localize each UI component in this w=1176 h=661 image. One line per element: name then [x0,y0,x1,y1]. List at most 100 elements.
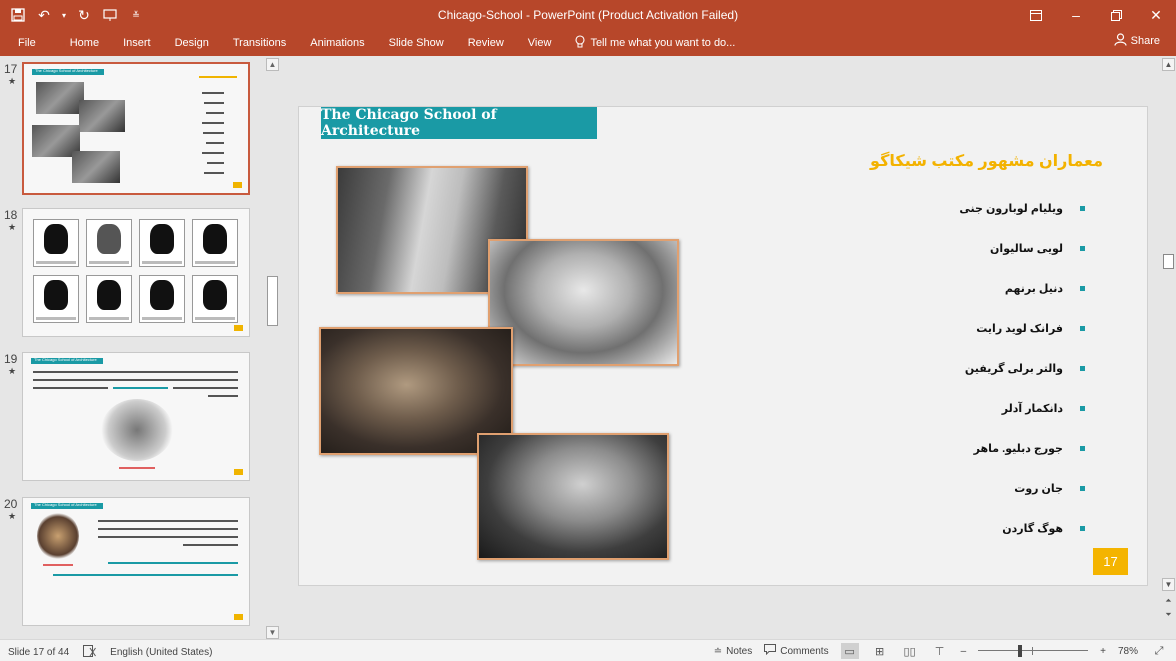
reading-view-icon[interactable]: ▯▯ [901,643,919,659]
close-icon[interactable]: ✕ [1136,0,1176,30]
thumbnail-photo [101,399,173,461]
thumbnail-portrait [139,219,185,267]
next-slide-icon[interactable]: ⏷ [1162,608,1175,621]
slide-heading[interactable]: معماران مشهور مکتب شیکاگو [870,151,1103,171]
thumbnail-text-line [206,142,224,144]
list-item: دانکمار آدلر [745,402,1085,442]
tab-animations[interactable]: Animations [298,37,376,49]
undo-dropdown-icon[interactable]: ▾ [60,5,68,25]
title-bar: ↶ ▾ ↻ ≚ Chicago-School - PowerPoint (Pro… [0,0,1176,30]
thumbnail-number: 17 [4,62,18,76]
thumbnail-number: 19 [4,352,18,366]
tab-view[interactable]: View [516,37,564,49]
tell-me-box[interactable]: Tell me what you want to do... [563,35,735,51]
tab-slide-show[interactable]: Slide Show [377,37,456,49]
thumbnail-text-line [98,528,238,530]
normal-view-icon[interactable]: ▭ [840,643,859,659]
thumbnail-portrait [192,219,238,267]
scroll-up-arrow-icon[interactable]: ▲ [1162,58,1175,71]
thumbnail-scroll-thumb[interactable] [267,276,278,326]
thumbnail-portrait [139,275,185,323]
notes-button[interactable]: ≐ Notes [714,646,753,657]
thumbnail-title-text: The Chicago School of Architecture [34,357,97,362]
architect-name-list[interactable]: ویلیام لوبارون جنی لویی سالیوان دنیل برن… [745,202,1085,562]
comments-button[interactable]: Comments [764,644,829,658]
tab-file[interactable]: File [0,37,58,49]
undo-icon[interactable]: ↶ [34,5,54,25]
save-icon[interactable] [8,5,28,25]
thumbnail-preview[interactable] [22,208,250,337]
scroll-up-arrow-icon[interactable]: ▲ [266,58,279,71]
ribbon: File Home Insert Design Transitions Anim… [0,30,1176,56]
list-item: جورج دبلیو. ماهر [745,442,1085,482]
comments-label: Comments [780,645,829,657]
start-from-beginning-icon[interactable] [100,5,120,25]
previous-slide-icon[interactable]: ⏶ [1162,594,1175,607]
redo-icon[interactable]: ↻ [74,5,94,25]
tab-home[interactable]: Home [58,37,111,49]
spell-check-icon[interactable] [83,645,97,660]
scroll-down-arrow-icon[interactable]: ▼ [1162,578,1175,591]
zoom-out-button[interactable]: – [961,646,967,657]
architect-photo-2[interactable] [488,239,679,366]
slide-sorter-icon[interactable]: ⊞ [871,643,889,659]
thumbnail-text-line [98,536,238,538]
thumbnail-portrait [33,275,79,323]
fit-slide-icon[interactable]: ⤢ [1150,643,1168,659]
thumbnail-portrait [192,275,238,323]
transition-star-icon: ★ [8,222,17,232]
window-controls: – ✕ [1016,0,1176,30]
bullet-icon [1080,206,1085,211]
thumbnail-text-line [113,387,168,389]
transition-star-icon: ★ [8,511,17,521]
thumbnail-preview[interactable]: The Chicago School of Architecture [22,497,250,626]
slide-scroll-thumb[interactable] [1163,254,1174,269]
zoom-slider-handle[interactable] [1018,645,1023,657]
thumbnail-text-line [98,520,238,522]
thumbnail-page-badge [233,182,242,188]
thumbnail-portrait [33,219,79,267]
zoom-in-button[interactable]: + [1100,646,1106,657]
thumbnail-text-line [207,162,224,164]
thumbnail-text-line [33,371,238,373]
current-slide[interactable]: The Chicago School of Architecture معمار… [298,106,1148,586]
tab-review[interactable]: Review [456,37,516,49]
zoom-slider[interactable] [978,643,1089,659]
zoom-level[interactable]: 78% [1118,646,1138,657]
slide-title[interactable]: The Chicago School of Architecture [321,107,597,139]
minimize-icon[interactable]: – [1056,0,1096,30]
slide-counter: Slide 17 of 44 [8,647,70,658]
bullet-icon [1080,446,1085,451]
thumbnail-title-band: The Chicago School of Architecture [31,502,103,509]
slide-scrollbar[interactable]: ▲ ▼ ⏶ ⏷ [1161,56,1176,639]
architect-photo-4[interactable] [477,433,669,560]
tab-design[interactable]: Design [163,37,221,49]
thumbnail-preview[interactable]: The Chicago School of Architecture [22,352,250,481]
thumbnail-caption-line [119,467,155,469]
thumbnail-text-line [203,132,224,134]
thumbnail-title-band: The Chicago School of Architecture [32,68,104,75]
thumbnail-text-line [173,387,238,389]
tab-insert[interactable]: Insert [111,37,163,49]
customize-toolbar-icon[interactable]: ≚ [126,5,146,25]
thumbnail-preview[interactable]: The Chicago School of Architecture [22,62,250,195]
tab-transitions[interactable]: Transitions [221,37,298,49]
architect-name: جان روت [1014,483,1063,495]
ribbon-display-options-icon[interactable] [1016,0,1056,30]
scroll-down-arrow-icon[interactable]: ▼ [266,626,279,639]
list-item: ویلیام لوبارون جنی [745,202,1085,242]
architect-name: فرانک لوید رایت [976,323,1063,335]
bullet-icon [1080,286,1085,291]
language-indicator[interactable]: English (United States) [110,647,212,658]
share-button[interactable]: Share [1114,33,1160,49]
restore-icon[interactable] [1096,0,1136,30]
architect-name: دانکمار آدلر [1001,403,1063,415]
thumbnail-scrollbar[interactable]: ▲ ▼ [266,58,279,639]
lightbulb-icon [575,35,585,51]
thumbnail-text-line [202,152,224,154]
share-label: Share [1130,35,1160,47]
notes-icon: ≐ [713,645,723,657]
slide-show-icon[interactable]: ⊤ [931,643,949,659]
transition-star-icon: ★ [8,76,17,86]
bullet-icon [1080,246,1085,251]
